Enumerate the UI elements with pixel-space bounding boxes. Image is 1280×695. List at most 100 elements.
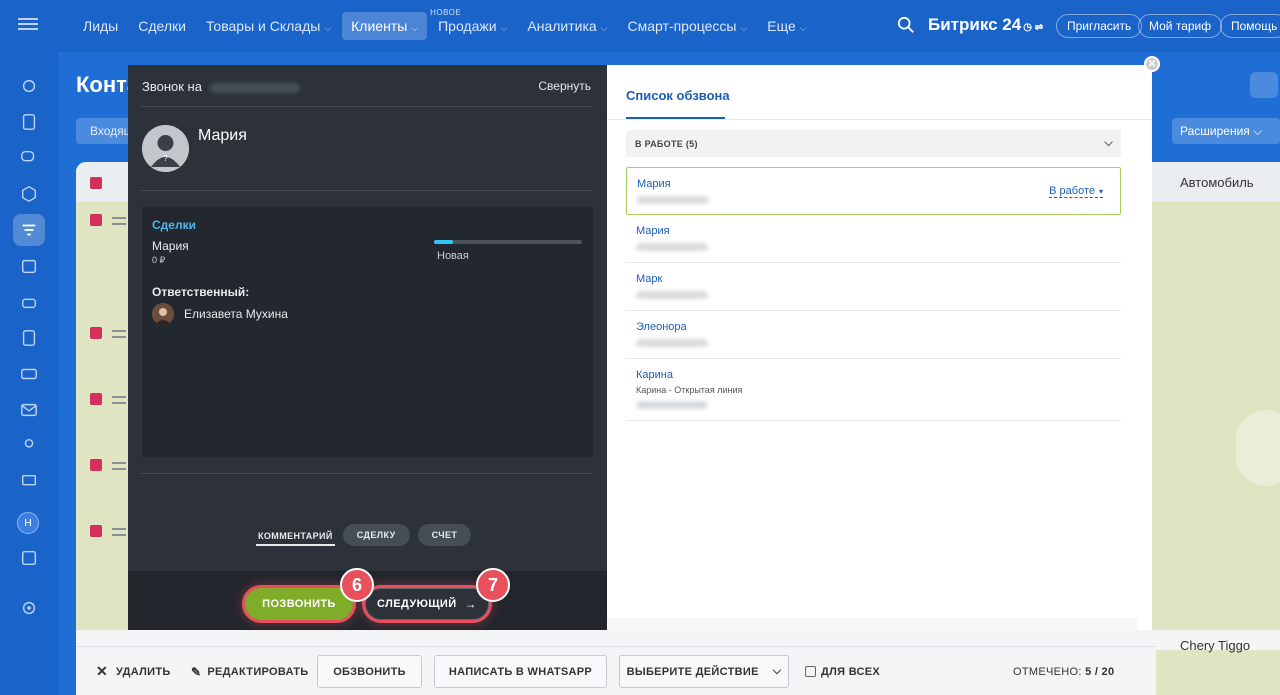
list-item-subtitle: Карина - Открытая линия: [636, 385, 743, 395]
presentation-icon: [21, 474, 37, 486]
avatar: ?: [142, 125, 189, 172]
checkbox-icon: [805, 666, 816, 677]
close-icon[interactable]: ✕: [1144, 56, 1160, 72]
tab-comment[interactable]: КОММЕНТАРИЙ: [256, 525, 335, 546]
collapse-button[interactable]: Свернуть: [538, 79, 591, 93]
tab-deal[interactable]: СДЕЛКУ: [342, 524, 410, 546]
menu-icon[interactable]: [18, 15, 38, 35]
list-item[interactable]: Карина Карина - Открытая линия: [626, 359, 1121, 421]
redacted-phone: [209, 82, 300, 93]
list-item-name[interactable]: Элеонора: [636, 321, 687, 333]
edit-button[interactable]: ✎ РЕДАКТИРОВАТЬ: [191, 647, 309, 695]
robot-icon: [21, 298, 37, 309]
select-all-checkbox[interactable]: [90, 177, 102, 189]
sidebar-item-feed[interactable]: [13, 106, 45, 138]
tariff-button[interactable]: Мой тариф: [1138, 14, 1223, 38]
list-item[interactable]: Марк: [626, 263, 1121, 311]
help-button[interactable]: Помощь: [1220, 14, 1280, 38]
nav-item-more[interactable]: Еще ⌵: [758, 12, 815, 40]
sidebar-item-crm[interactable]: [13, 214, 45, 246]
nav-item-analytics[interactable]: Аналитика ⌵: [518, 12, 616, 40]
group-action-bar: ✕ УДАЛИТЬ ✎ РЕДАКТИРОВАТЬ ОБЗВОНИТЬ НАПИСА…: [76, 646, 1156, 695]
top-navigation-bar: Лиды Сделки Товары и Склады ⌵ Клиенты ⌵ НО…: [0, 0, 1280, 52]
gear-icon: [22, 601, 36, 615]
user-avatar[interactable]: Н: [17, 512, 39, 534]
list-item[interactable]: Мария В работе ▾: [626, 167, 1121, 215]
row-checkbox[interactable]: [90, 393, 102, 405]
nav-item-smart-processes[interactable]: Смарт-процессы ⌵: [619, 12, 757, 40]
extensions-button[interactable]: Расширения ⌵: [1172, 118, 1280, 144]
tab-invoice[interactable]: СЧЕТ: [417, 524, 472, 546]
clock-icon: ◷ ⇌: [1023, 22, 1044, 33]
sidebar-item-groups[interactable]: [13, 178, 45, 210]
drag-handle-icon[interactable]: [112, 528, 126, 536]
close-icon: ✕: [96, 663, 109, 679]
call-action-tabs: КОММЕНТАРИЙ СДЕЛКУ СЧЕТ: [256, 524, 472, 546]
divider: [141, 106, 593, 107]
scroll-right-arrow-icon[interactable]: [1236, 410, 1280, 486]
sidebar-item-planner[interactable]: [13, 542, 45, 574]
nav-item-sales[interactable]: НОВОЕ Продажи ⌵: [429, 8, 516, 40]
sidebar-item-presentation[interactable]: [13, 466, 45, 498]
whatsapp-button[interactable]: НАПИСАТЬ В WHATSAPP: [434, 655, 607, 688]
list-footer: [607, 618, 1137, 630]
sidebar-item-chat[interactable]: [13, 142, 45, 174]
nav-item-deals[interactable]: Сделки: [129, 12, 195, 40]
delete-button[interactable]: ✕ УДАЛИТЬ: [96, 647, 171, 695]
row-checkbox[interactable]: [90, 214, 102, 226]
main-nav: Лиды Сделки Товары и Склады ⌵ Клиенты ⌵ НО…: [74, 0, 818, 52]
sidebar-item-tasks[interactable]: [13, 70, 45, 102]
drag-handle-icon[interactable]: [112, 396, 126, 404]
next-button[interactable]: СЛЕДУЮЩИЙ →: [365, 588, 489, 620]
search-icon[interactable]: [897, 16, 915, 34]
new-badge: НОВОЕ: [430, 8, 462, 17]
for-all-checkbox[interactable]: ДЛЯ ВСЕХ: [805, 647, 880, 695]
list-item-name[interactable]: Мария: [636, 225, 670, 237]
sidebar-item-mail[interactable]: [13, 394, 45, 426]
tab-call-list[interactable]: Список обзвона: [626, 88, 730, 103]
row-checkbox[interactable]: [90, 327, 102, 339]
left-sidebar: Н: [0, 52, 58, 695]
nav-item-products[interactable]: Товары и Склады ⌵: [197, 12, 340, 40]
row-checkbox[interactable]: [90, 459, 102, 471]
sidebar-item-contacts[interactable]: [13, 430, 45, 462]
person-photo-icon: [152, 303, 174, 325]
nav-item-clients[interactable]: Клиенты ⌵: [342, 12, 428, 40]
sidebar-item-docs[interactable]: [13, 322, 45, 354]
gear-icon[interactable]: [1250, 72, 1278, 98]
deal-name[interactable]: Мария: [152, 239, 189, 253]
dial-button[interactable]: ОБЗВОНИТЬ: [317, 655, 422, 688]
sidebar-item-robot[interactable]: [13, 286, 45, 318]
chevron-down-icon: ▾: [1098, 187, 1103, 196]
column-header-car: Автомобиль: [1180, 175, 1254, 190]
group-header-in-progress[interactable]: В РАБОТЕ (5) ⌵: [626, 130, 1121, 157]
drag-handle-icon[interactable]: [112, 330, 126, 338]
list-item-name[interactable]: Мария: [637, 178, 671, 190]
deals-title[interactable]: Сделки: [152, 218, 196, 232]
choose-action-select[interactable]: ВЫБЕРИТЕ ДЕЙСТВИЕ ⌵: [619, 655, 789, 688]
list-item-name[interactable]: Карина: [636, 369, 673, 381]
chevron-down-icon[interactable]: ⌵: [1104, 137, 1113, 150]
redacted-phone: [637, 196, 709, 204]
list-item[interactable]: Элеонора: [626, 311, 1121, 359]
drag-handle-icon[interactable]: [112, 217, 126, 225]
card-icon: [21, 368, 37, 380]
checklist-icon: [21, 550, 37, 566]
responsible-name[interactable]: Елизавета Мухина: [184, 307, 288, 321]
invite-button[interactable]: Пригласить: [1056, 14, 1143, 38]
sidebar-item-calendar[interactable]: [13, 250, 45, 282]
list-item-name[interactable]: Марк: [636, 273, 662, 285]
call-button[interactable]: ПОЗВОНИТЬ: [245, 588, 353, 620]
pencil-icon: ✎: [191, 664, 202, 679]
contact-name: Мария: [198, 127, 247, 144]
row-checkbox[interactable]: [90, 525, 102, 537]
status-dropdown[interactable]: В работе ▾: [1049, 185, 1103, 198]
filter-button[interactable]: Входящ: [76, 118, 136, 144]
sidebar-item-settings[interactable]: [13, 592, 45, 624]
drag-handle-icon[interactable]: [112, 462, 126, 470]
sidebar-item-store[interactable]: [13, 358, 45, 390]
list-item[interactable]: Мария: [626, 215, 1121, 263]
chevron-down-icon: ⌵: [600, 23, 608, 33]
nav-item-leads[interactable]: Лиды: [74, 12, 127, 40]
divider: [141, 190, 593, 191]
